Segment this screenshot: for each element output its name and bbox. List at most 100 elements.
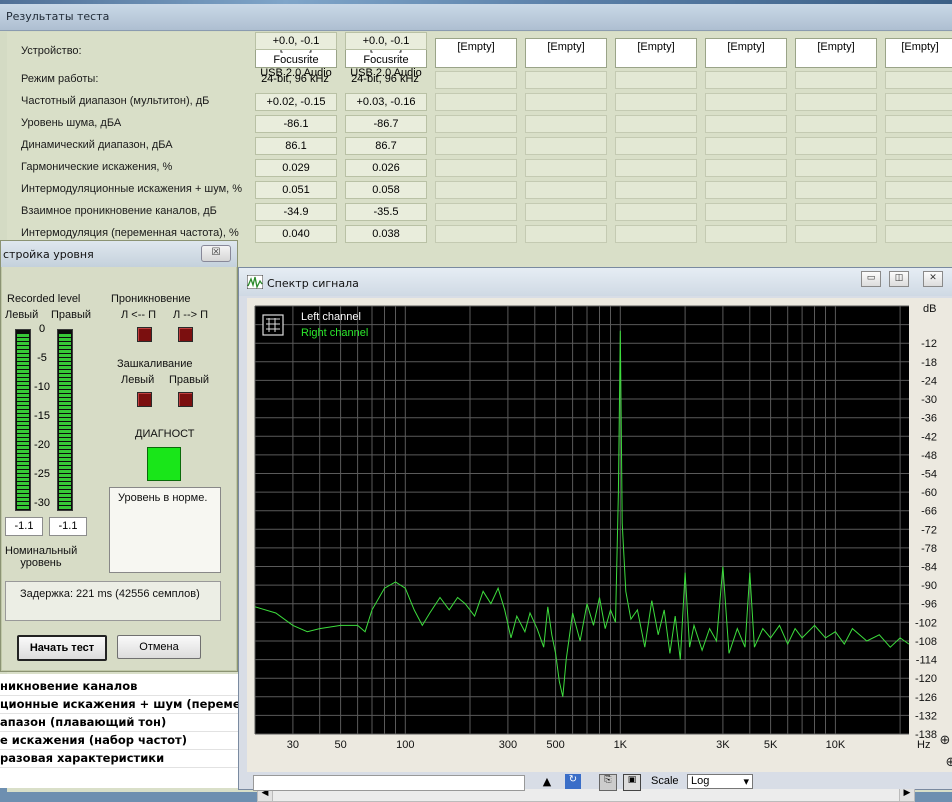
spectrum-window-titlebar[interactable]: Спектр сигнала ▭ ◫ ✕	[239, 268, 952, 296]
y-tick-label: -72	[921, 524, 937, 536]
empty-result-cell	[615, 181, 697, 199]
result-row-label: Динамический диапазон, дБА	[21, 139, 173, 151]
close-button[interactable]: ☒	[201, 245, 231, 262]
test-list-item[interactable]: никновение каналов	[0, 678, 246, 696]
result-value-cell: +0.0, -0.1	[255, 32, 337, 50]
scale-select[interactable]: Log ▾	[687, 774, 753, 789]
results-window-titlebar[interactable]: Результаты теста	[0, 4, 952, 31]
zoom-in-icon[interactable]: ⊕	[940, 733, 951, 748]
refresh-icon[interactable]: ↻	[565, 774, 581, 789]
y-axis-unit-label: dB	[923, 303, 936, 315]
empty-result-cell	[885, 93, 952, 111]
empty-device-slot[interactable]: [Empty]	[885, 38, 952, 68]
meter-segment	[59, 498, 71, 501]
meter-segment	[59, 370, 71, 373]
meter-segment	[59, 486, 71, 489]
empty-result-cell	[435, 225, 517, 243]
start-test-button[interactable]: Начать тест	[17, 635, 107, 661]
nominal-level-label: Номинальный уровень	[5, 545, 77, 569]
empty-result-cell	[525, 159, 607, 177]
empty-result-cell	[885, 115, 952, 133]
spectrum-plot-area: -12 -18 -24 -30 -36 -42 -48 -54 -60 -66 -72 -78 -84 -…	[247, 298, 952, 802]
test-list-item[interactable]: разовая характеристики	[0, 750, 246, 768]
spectrum-app-icon	[247, 275, 263, 289]
empty-result-cell	[885, 225, 952, 243]
meter-segment	[59, 366, 71, 369]
meter-segment	[59, 342, 71, 345]
empty-result-cell	[705, 203, 787, 221]
empty-result-cell	[615, 93, 697, 111]
empty-result-cell	[525, 225, 607, 243]
meter-scale-tick: -30	[34, 497, 50, 509]
empty-result-cell	[435, 181, 517, 199]
meter-segment	[59, 438, 71, 441]
empty-result-cell	[885, 203, 952, 221]
meter-segment	[59, 506, 71, 509]
meter-segment	[59, 442, 71, 445]
spectrum-toolbar: ▲ ↻ ⎘ ▣ Scale Log ▾	[239, 772, 952, 791]
empty-result-cell	[525, 137, 607, 155]
save-icon[interactable]: ▣	[623, 774, 641, 791]
level-window-titlebar[interactable]: стройка уровня ☒	[1, 241, 237, 267]
delay-text: Задержка: 221 ms (42556 семплов)	[20, 588, 200, 600]
meter-segment	[17, 374, 29, 377]
meter-segment	[59, 398, 71, 401]
result-value-cell: 0.029	[255, 159, 337, 177]
y-tick-label: -126	[915, 692, 937, 704]
close-button[interactable]: ✕	[923, 271, 943, 287]
y-tick-label: -48	[921, 450, 937, 462]
y-tick-label: -18	[921, 357, 937, 369]
empty-result-cell	[705, 225, 787, 243]
meter-segment	[17, 398, 29, 401]
y-tick-label: -84	[921, 562, 937, 574]
result-value-cell: 24-bit, 96 kHz	[351, 73, 419, 85]
y-tick-label: -108	[915, 636, 937, 648]
meter-segment	[59, 422, 71, 425]
y-tick-label: -36	[921, 413, 937, 425]
meter-segment	[17, 462, 29, 465]
meter-segment	[17, 422, 29, 425]
meter-segment	[59, 354, 71, 357]
meter-segment	[59, 478, 71, 481]
cancel-button[interactable]: Отмена	[117, 635, 201, 659]
empty-result-cell	[705, 159, 787, 177]
meter-scale-tick: 0	[38, 323, 46, 335]
empty-device-slot[interactable]: [Empty]	[795, 38, 877, 68]
clipping-label: Зашкаливание	[117, 358, 193, 370]
x-tick-label: 10K	[826, 739, 846, 751]
result-value-cell: 0.058	[345, 181, 427, 199]
empty-result-cell	[525, 203, 607, 221]
x-axis-unit-label: Hz	[917, 739, 930, 751]
empty-device-slot[interactable]: [Empty]	[615, 38, 697, 68]
empty-device-slot[interactable]: [Empty]	[705, 38, 787, 68]
meter-segment	[59, 458, 71, 461]
test-list-item[interactable]: е искажения (набор частот)	[0, 732, 246, 750]
meter-segment	[59, 466, 71, 469]
test-list-item[interactable]: апазон (плавающий тон)	[0, 714, 246, 732]
spectrum-chart[interactable]: -12 -18 -24 -30 -36 -42 -48 -54 -60 -66 -72 -78 -84 -…	[247, 298, 952, 789]
y-tick-label: -96	[921, 599, 937, 611]
spectrum-window-title: Спектр сигнала	[267, 277, 359, 290]
minimize-button[interactable]: ▭	[861, 271, 881, 287]
zoom-in-small-icon[interactable]: ⊕	[946, 755, 952, 770]
empty-result-cell	[615, 115, 697, 133]
empty-device-slot[interactable]: [Empty]	[525, 38, 607, 68]
result-row-label: Устройство:	[21, 45, 82, 57]
level-window-title: стройка уровня	[3, 248, 94, 261]
meter-segment	[59, 378, 71, 381]
copy-icon[interactable]: ⎘	[599, 774, 617, 791]
empty-device-slot[interactable]: [Empty]	[435, 38, 517, 68]
restore-button[interactable]: ◫	[889, 271, 909, 287]
test-list-item[interactable]: ционные искажения + шум (переменн	[0, 696, 246, 714]
y-tick-label: -102	[915, 617, 937, 629]
result-row-label: Частотный диапазон (мультитон), дБ	[21, 95, 210, 107]
meter-segment	[17, 394, 29, 397]
warning-icon[interactable]: ▲	[539, 775, 555, 789]
x-tick-label: 1K	[614, 739, 628, 751]
result-value-cell: +0.03, -0.16	[345, 93, 427, 111]
x-tick-label: 30	[287, 739, 299, 751]
scale-label: Scale	[651, 775, 679, 787]
empty-result-cell	[435, 159, 517, 177]
empty-result-cell	[795, 181, 877, 199]
empty-result-cell	[795, 203, 877, 221]
